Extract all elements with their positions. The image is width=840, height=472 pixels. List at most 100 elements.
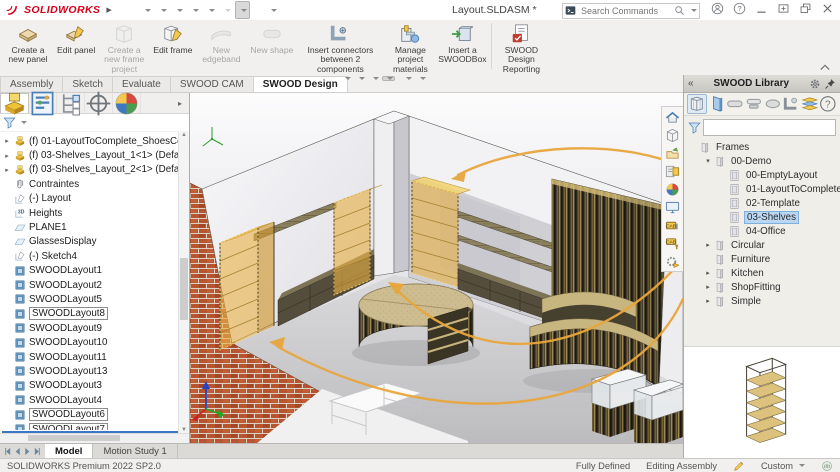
tree-item[interactable]: SWOODLayout9 — [2, 321, 178, 335]
home-button[interactable] — [132, 1, 138, 19]
graphics-viewport[interactable]: CABCAB — [190, 93, 683, 443]
library-item[interactable]: ▸Kitchen — [684, 266, 840, 280]
feature-tree-filter[interactable] — [0, 114, 189, 132]
panels-library-tab[interactable] — [708, 95, 726, 113]
annotation-views-button[interactable]: A — [340, 76, 353, 81]
logo-flyout-arrow[interactable]: ▶ — [106, 6, 111, 14]
ribbon-collapse-icon[interactable] — [818, 62, 832, 72]
hand-icon[interactable] — [821, 460, 833, 472]
tree-item[interactable]: ▸(f) 03-Shelves_Layout_1<1> (Default) <D — [2, 148, 178, 162]
tree-item[interactable]: (-) Sketch4 — [2, 249, 178, 263]
swood-panel-config-button[interactable] — [664, 163, 681, 179]
tree-item[interactable]: SWOODLayout13 — [2, 364, 178, 378]
filter-dropdown-icon[interactable] — [21, 121, 27, 124]
scroll-up-icon[interactable]: ▲ — [179, 132, 189, 138]
display-cases[interactable] — [592, 369, 683, 443]
library-item[interactable]: ▸Simple — [684, 294, 840, 308]
tab-dimxpert[interactable] — [85, 93, 113, 113]
library-preview[interactable] — [684, 346, 840, 458]
library-item[interactable]: Furniture — [684, 252, 840, 266]
swood-gear-run-button[interactable] — [664, 253, 681, 269]
tree-item[interactable]: SWOODLayout3 — [2, 379, 178, 393]
library-funnel-icon[interactable] — [688, 121, 701, 134]
tree-item[interactable]: SWOODLayout6 — [2, 407, 178, 421]
tree-item[interactable]: ▸(f) 01-LayoutToComplete_ShoesCounter — [2, 134, 178, 148]
swood-tag-1-button[interactable]: CAB — [664, 217, 681, 233]
expand-icon[interactable]: ▸ — [3, 166, 11, 174]
tree-item[interactable]: SWOODLayout2 — [2, 278, 178, 292]
edit-appearance-button[interactable] — [396, 78, 400, 80]
trav-prev-icon[interactable] — [13, 447, 22, 456]
search-input[interactable] — [579, 5, 671, 17]
insert-swoodbox-button[interactable]: Insert a SWOODBox — [436, 20, 488, 72]
tab-configuration-manager[interactable] — [57, 93, 85, 113]
library-item[interactable]: 04-Office — [684, 224, 840, 238]
edit-frame-button[interactable]: Edit frame — [150, 20, 195, 72]
create-new-panel-button[interactable]: Create a new panel — [2, 20, 54, 72]
tree-item[interactable]: Contraintes — [2, 177, 178, 191]
expand-icon[interactable]: ▾ — [703, 157, 713, 165]
cascade-button[interactable] — [799, 2, 812, 15]
options-button[interactable] — [265, 1, 280, 19]
library-item[interactable]: 02-Template — [684, 196, 840, 210]
edit-panel-button[interactable]: Edit panel — [54, 20, 98, 72]
machinings-library-tab[interactable] — [782, 95, 800, 113]
tree-item[interactable]: SWOODLayout4 — [2, 393, 178, 407]
print-button[interactable] — [187, 1, 202, 19]
rebuild-button[interactable] — [251, 1, 257, 19]
swood-box-button[interactable] — [664, 127, 681, 143]
search-icon[interactable] — [674, 5, 685, 16]
tree-item[interactable]: SWOODLayout5 — [2, 292, 178, 306]
search-dropdown-icon[interactable] — [691, 9, 697, 12]
undo-button[interactable] — [203, 1, 218, 19]
tree-item[interactable]: PLANE1 — [2, 220, 178, 234]
library-filter-input[interactable] — [703, 119, 836, 136]
manage-project-materials-button[interactable]: Manage project materials — [384, 20, 436, 72]
swood-home-button[interactable] — [664, 109, 681, 125]
search-commands-box[interactable] — [562, 3, 700, 19]
expand-icon[interactable]: ▸ — [703, 283, 713, 291]
feature-tree-hscrollbar[interactable] — [0, 433, 189, 443]
hide-show-items-button[interactable] — [382, 76, 395, 81]
swood-design-reporting-button[interactable]: SWOOD Design Reporting — [495, 20, 547, 72]
bottom-tab-motion-study-1[interactable]: Motion Study 1 — [93, 444, 177, 458]
library-item[interactable]: Frames — [684, 140, 840, 154]
tree-item[interactable]: SWOODLayout7 — [2, 422, 178, 430]
expand-icon[interactable]: ▸ — [3, 152, 11, 160]
tree-item[interactable]: SWOODLayout10 — [2, 335, 178, 349]
filter-funnel-icon[interactable] — [3, 116, 16, 129]
tree-item[interactable]: (-) Layout — [2, 192, 178, 206]
swood-open-folder-button[interactable] — [664, 145, 681, 161]
tab-property-manager[interactable] — [29, 93, 57, 113]
file-properties-button[interactable] — [258, 1, 264, 19]
library-item[interactable]: 01-LayoutToComplete — [684, 182, 840, 196]
tab-feature-manager[interactable] — [0, 93, 29, 113]
view-orientation-button[interactable] — [354, 76, 367, 81]
library-item[interactable]: 00-EmptyLayout — [684, 168, 840, 182]
close-button[interactable] — [821, 2, 834, 15]
account-button[interactable] — [711, 2, 724, 15]
redo-button[interactable] — [219, 1, 234, 19]
new-document-button[interactable] — [139, 1, 154, 19]
collapse-panel-icon[interactable]: « — [688, 79, 694, 89]
apply-scene-button[interactable] — [401, 76, 414, 81]
panel-tabs-overflow-icon[interactable]: ▸ — [171, 93, 189, 113]
tree-item[interactable]: SWOODLayout11 — [2, 350, 178, 364]
trav-next-icon[interactable] — [23, 447, 32, 456]
library-item[interactable]: ▾00-Demo — [684, 154, 840, 168]
library-gear-icon[interactable] — [809, 78, 821, 90]
insert-connectors-button[interactable]: Insert connectors between 2 components — [296, 20, 384, 72]
connectors-c-library-tab[interactable] — [764, 95, 782, 113]
bottom-tab-model[interactable]: Model — [45, 444, 93, 458]
tree-item[interactable]: ▸(f) 03-Shelves_Layout_2<1> (Default) <D — [2, 163, 178, 177]
trav-last-icon[interactable] — [33, 447, 42, 456]
tab-display-manager[interactable] — [113, 93, 141, 113]
display-style-button[interactable] — [368, 76, 381, 81]
tree-item[interactable]: SWOODLayout1 — [2, 264, 178, 278]
open-button[interactable] — [155, 1, 170, 19]
previous-view-button[interactable] — [330, 78, 334, 80]
connectors-b-library-tab[interactable] — [745, 95, 763, 113]
swood-appearance-button[interactable] — [664, 181, 681, 197]
tree-item[interactable]: SWOODLayout8 — [2, 307, 178, 321]
oval-island[interactable] — [352, 284, 480, 366]
